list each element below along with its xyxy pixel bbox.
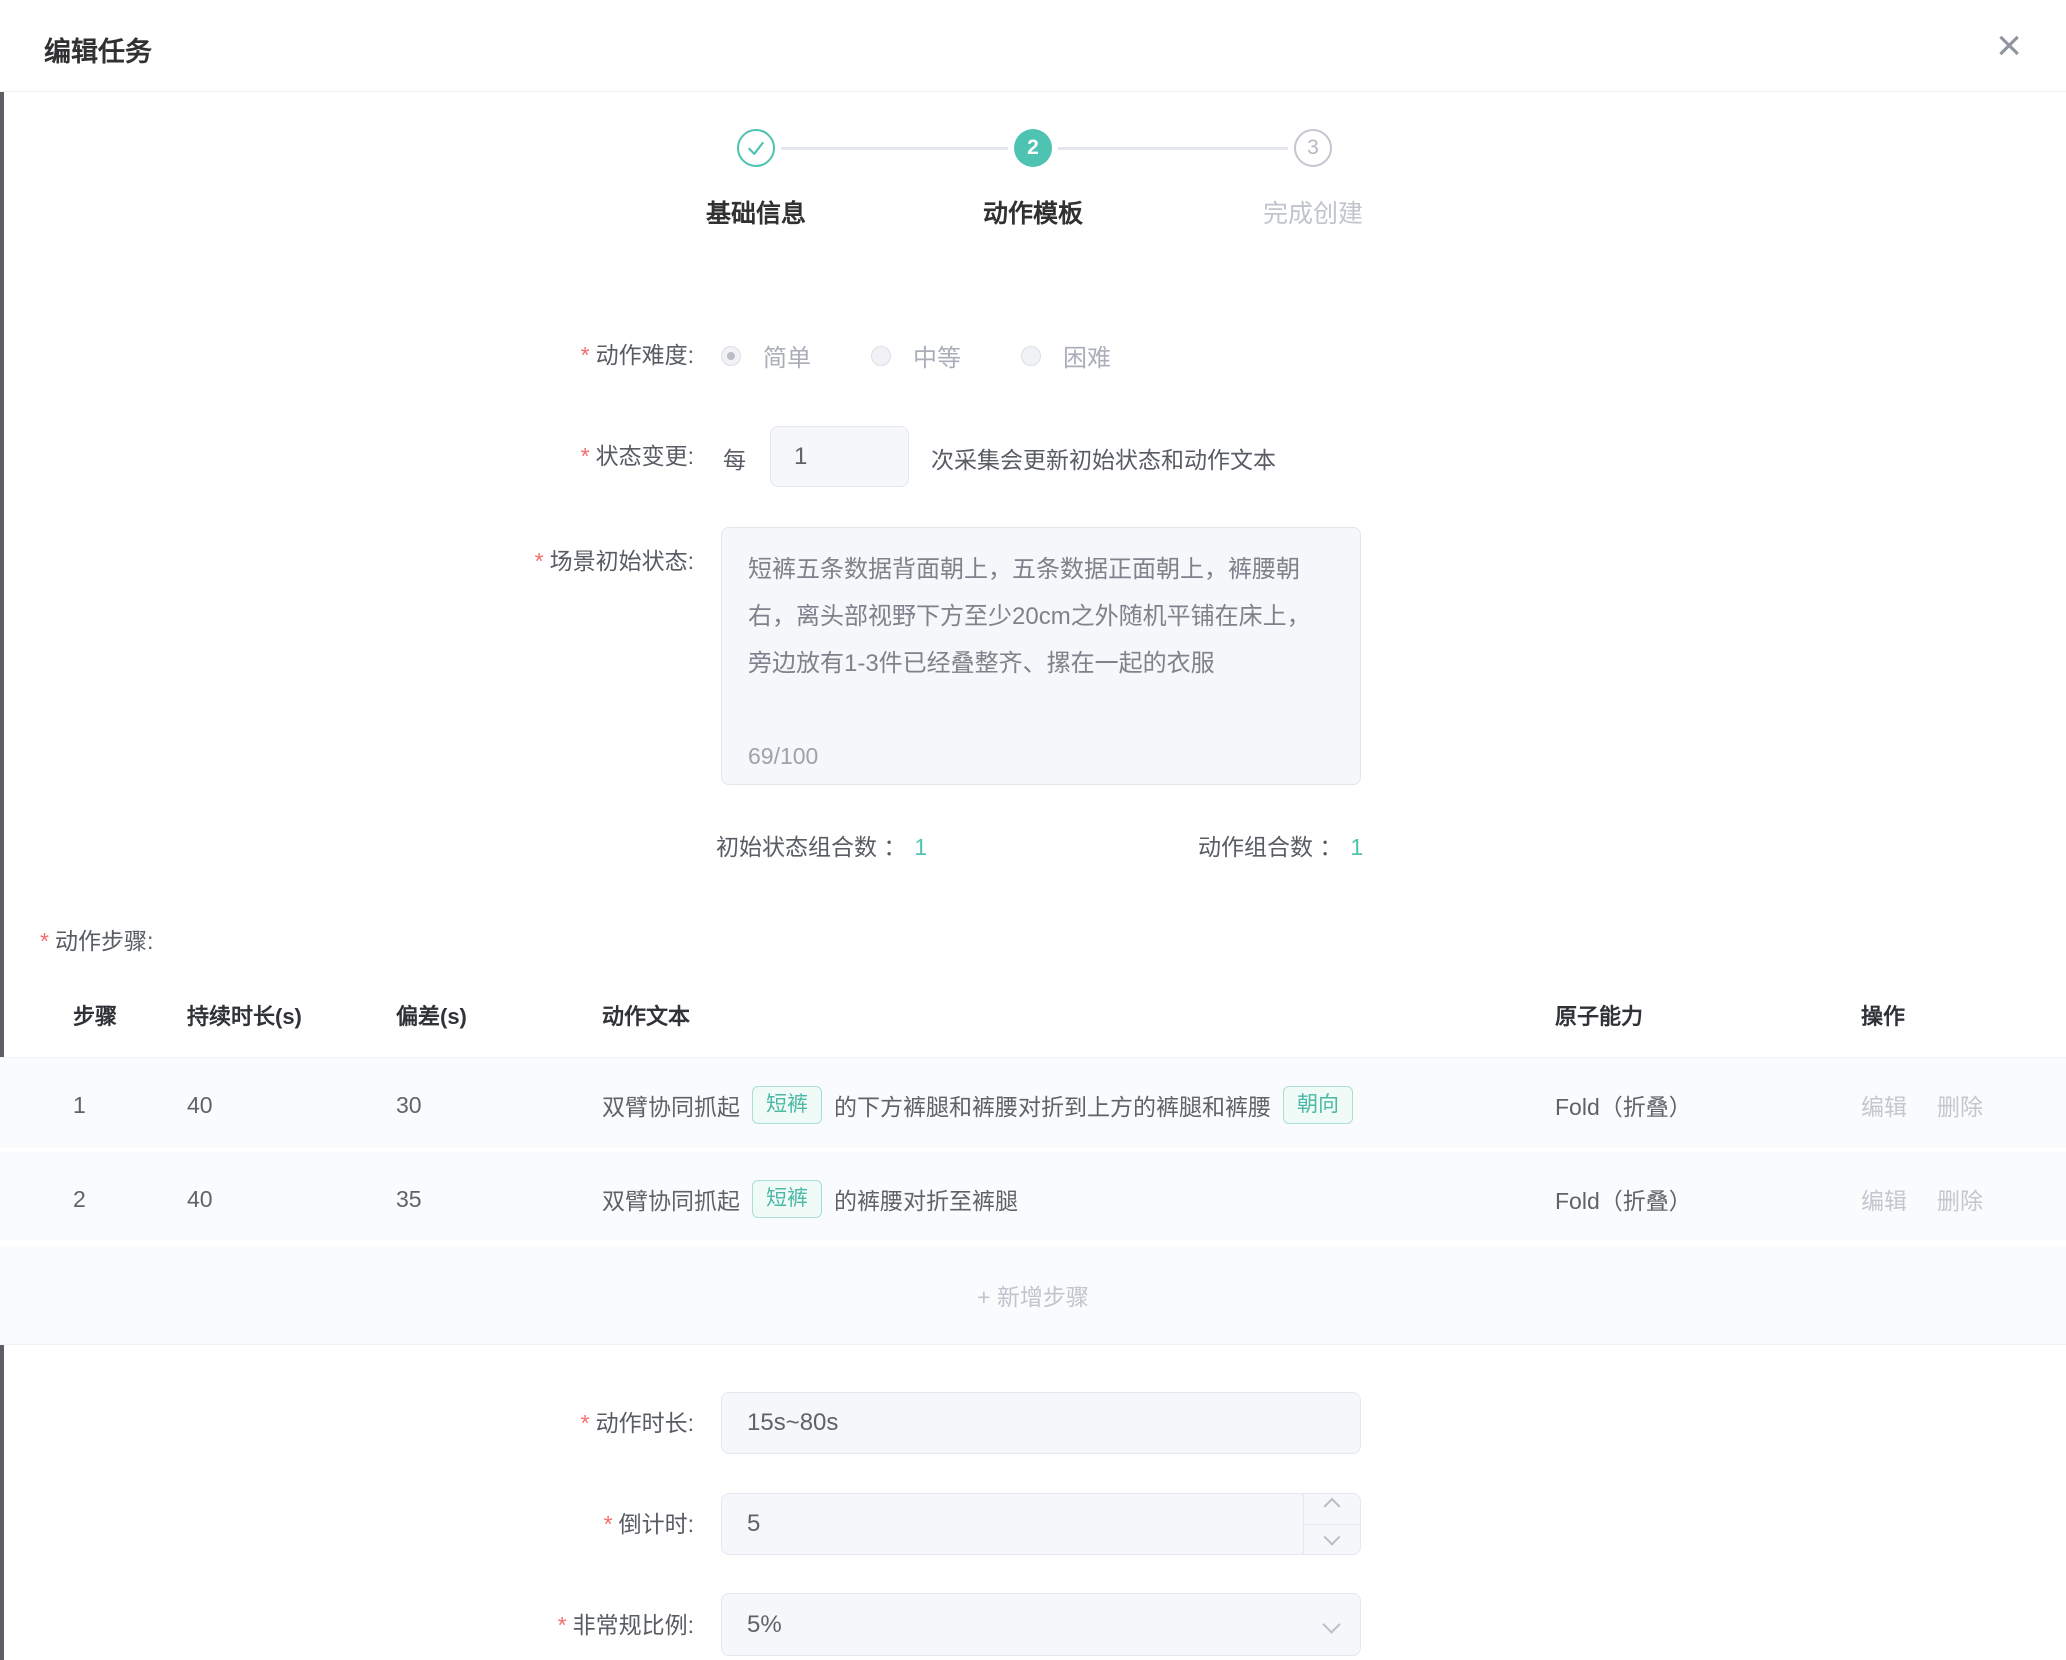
step-3-label: 完成创建 — [1203, 194, 1423, 230]
dialog-title: 编辑任务 — [44, 30, 152, 69]
radio-label-hard: 困难 — [1063, 338, 1111, 373]
scene-init-textarea[interactable]: 短裤五条数据背面朝上，五条数据正面朝上，裤腰朝右，离头部视野下方至少20cm之外… — [721, 527, 1361, 785]
required-mark: * — [535, 548, 544, 574]
unusual-ratio-value: 5% — [747, 1611, 782, 1638]
action-duration-input[interactable]: 15s~80s — [721, 1392, 1361, 1454]
step-1-label: 基础信息 — [646, 194, 866, 230]
delete-link[interactable]: 删除 — [1937, 1182, 1983, 1216]
add-step-button[interactable]: + 新增步骤 — [0, 1246, 2066, 1344]
table-row: 2 40 35 双臂协同抓起 短裤 的裤腰对折至裤腿 Fold（折叠） 编辑 删… — [0, 1152, 2066, 1246]
screen-left-edge — [0, 8, 4, 1660]
countdown-input[interactable]: 5 — [721, 1493, 1361, 1555]
state-change-prefix: 每 — [723, 441, 746, 475]
object-tag: 短裤 — [752, 1180, 822, 1218]
required-mark: * — [558, 1612, 567, 1638]
edit-link[interactable]: 编辑 — [1861, 1182, 1907, 1216]
cell-step: 2 — [73, 1152, 86, 1246]
radio-label-easy: 简单 — [763, 338, 811, 373]
chevron-down-icon — [1324, 1528, 1341, 1545]
col-header-action-text: 动作文本 — [602, 999, 690, 1031]
col-header-operation: 操作 — [1861, 999, 1905, 1031]
required-mark: * — [581, 443, 590, 469]
difficulty-label: *动作难度: — [380, 340, 694, 370]
col-header-ability: 原子能力 — [1555, 999, 1643, 1031]
scene-init-text: 短裤五条数据背面朝上，五条数据正面朝上，裤腰朝右，离头部视野下方至少20cm之外… — [748, 546, 1318, 687]
action-combo-count: 动作组合数 ： 1 — [1198, 828, 1363, 862]
radio-option-easy[interactable]: 简单 — [721, 338, 811, 373]
step-2-indicator: 2 — [1014, 129, 1052, 167]
close-icon[interactable]: × — [1996, 18, 2022, 74]
step-connector-1 — [781, 147, 1008, 150]
required-mark: * — [581, 1410, 590, 1436]
step-2-number: 2 — [1027, 136, 1039, 160]
state-change-input[interactable]: 1 — [770, 426, 909, 487]
step-3-indicator: 3 — [1294, 129, 1332, 167]
action-combo-value: 1 — [1350, 834, 1363, 860]
action-text-segment: 双臂协同抓起 — [602, 1182, 740, 1216]
step-2-label: 动作模板 — [923, 194, 1143, 230]
state-change-label: *状态变更: — [380, 441, 694, 471]
action-combo-label: 动作组合数 ： — [1198, 834, 1342, 860]
cell-deviation: 30 — [396, 1058, 422, 1152]
cell-deviation: 35 — [396, 1152, 422, 1246]
number-spinner — [1303, 1494, 1360, 1554]
state-change-suffix: 次采集会更新初始状态和动作文本 — [931, 441, 1276, 475]
unusual-ratio-label: *非常规比例: — [380, 1610, 694, 1640]
orientation-tag: 朝向 — [1283, 1086, 1353, 1124]
cell-action-text: 双臂协同抓起 短裤 的裤腰对折至裤腿 — [602, 1152, 1018, 1246]
action-text-segment: 的裤腰对折至裤腿 — [834, 1182, 1018, 1216]
cell-step: 1 — [73, 1058, 86, 1152]
scene-init-label: *场景初始状态: — [380, 546, 694, 576]
radio-label-medium: 中等 — [913, 338, 961, 373]
object-tag: 短裤 — [752, 1086, 822, 1124]
delete-link[interactable]: 删除 — [1937, 1088, 1983, 1122]
init-state-combo-count: 初始状态组合数 ： 1 — [716, 828, 927, 862]
action-text-segment: 双臂协同抓起 — [602, 1088, 740, 1122]
col-header-step: 步骤 — [73, 999, 117, 1031]
col-header-deviation: 偏差(s) — [396, 999, 467, 1031]
required-mark: * — [604, 1511, 613, 1537]
spinner-down-button[interactable] — [1304, 1524, 1360, 1554]
cell-duration: 40 — [187, 1152, 213, 1246]
step-1-indicator — [737, 129, 775, 167]
table-row: 1 40 30 双臂协同抓起 短裤 的下方裤腿和裤腰对折到上方的裤腿和裤腰 朝向… — [0, 1058, 2066, 1152]
cell-action-text: 双臂协同抓起 短裤 的下方裤腿和裤腰对折到上方的裤腿和裤腰 朝向 — [602, 1058, 1353, 1152]
init-combo-label: 初始状态组合数 ： — [716, 834, 906, 860]
required-mark: * — [581, 342, 590, 368]
cell-ability: Fold（折叠） — [1555, 1058, 1692, 1152]
check-icon — [746, 138, 766, 158]
radio-icon-easy[interactable] — [721, 346, 741, 366]
dialog-header: 编辑任务 × — [0, 0, 2066, 92]
action-duration-label: *动作时长: — [380, 1408, 694, 1438]
cell-operations: 编辑 删除 — [1861, 1058, 1983, 1152]
step-connector-2 — [1058, 147, 1288, 150]
col-header-duration: 持续时长(s) — [187, 999, 302, 1031]
cell-operations: 编辑 删除 — [1861, 1152, 1983, 1246]
steps-table: 1 40 30 双臂协同抓起 短裤 的下方裤腿和裤腰对折到上方的裤腿和裤腰 朝向… — [0, 1057, 2066, 1345]
countdown-value: 5 — [747, 1510, 760, 1537]
chevron-up-icon — [1324, 1498, 1341, 1515]
countdown-label: *倒计时: — [380, 1509, 694, 1539]
cell-duration: 40 — [187, 1058, 213, 1152]
edit-link[interactable]: 编辑 — [1861, 1088, 1907, 1122]
radio-icon-medium[interactable] — [871, 346, 891, 366]
action-steps-label: *动作步骤: — [40, 922, 153, 956]
spinner-up-button[interactable] — [1304, 1494, 1360, 1524]
edit-task-dialog: 编辑任务 × 2 3 基础信息 动作模板 完成创建 *动作难度: 简单 中等 困… — [0, 0, 2066, 1660]
step-3-number: 3 — [1307, 136, 1319, 160]
required-mark: * — [40, 928, 49, 954]
radio-option-hard[interactable]: 困难 — [1021, 338, 1111, 373]
radio-icon-hard[interactable] — [1021, 346, 1041, 366]
init-combo-value: 1 — [914, 834, 927, 860]
unusual-ratio-select[interactable]: 5% — [721, 1593, 1361, 1656]
radio-option-medium[interactable]: 中等 — [871, 338, 961, 373]
action-text-segment: 的下方裤腿和裤腰对折到上方的裤腿和裤腰 — [834, 1088, 1271, 1122]
select-chevron-down-icon — [1322, 1615, 1340, 1633]
char-counter: 69/100 — [748, 743, 818, 770]
cell-ability: Fold（折叠） — [1555, 1152, 1692, 1246]
